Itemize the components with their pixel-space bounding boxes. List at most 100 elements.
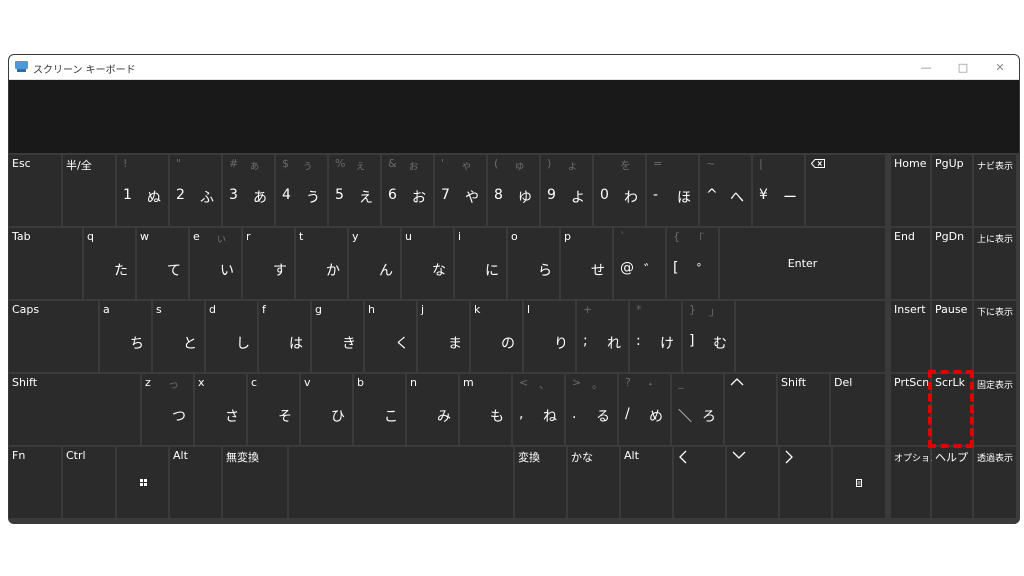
key-menu[interactable] — [833, 447, 885, 518]
key-arrow-down[interactable] — [727, 447, 778, 518]
key-q[interactable]: qた — [84, 228, 135, 299]
key-help[interactable]: ヘルプ — [932, 447, 972, 518]
key-down-show[interactable]: 下に表示 — [974, 301, 1016, 372]
key-windows[interactable] — [117, 447, 168, 518]
key-l[interactable]: lり — [524, 301, 575, 372]
key-prtscn[interactable]: PrtScn — [891, 374, 930, 445]
key-del[interactable]: Del — [831, 374, 885, 445]
maximize-button[interactable]: □ — [946, 57, 980, 77]
minimize-button[interactable]: — — [909, 57, 943, 77]
key-fn[interactable]: Fn — [9, 447, 61, 518]
key-pause[interactable]: Pause — [932, 301, 972, 372]
key-enter[interactable]: Enter — [720, 228, 885, 299]
key-0[interactable]: を 0わ — [594, 155, 645, 226]
key-comma[interactable]: < 、, ね — [513, 374, 564, 445]
key-u[interactable]: uな — [402, 228, 453, 299]
key-v[interactable]: vひ — [301, 374, 352, 445]
key-nav-show[interactable]: ナビ表示 — [974, 155, 1016, 226]
key-5[interactable]: % ぇ 5 え — [329, 155, 380, 226]
key-t[interactable]: tか — [296, 228, 347, 299]
key-shift-right[interactable]: Shift — [778, 374, 829, 445]
key-backslash[interactable]: _ ＼ ろ — [672, 374, 723, 445]
key-fix-show[interactable]: 固定表示 — [974, 374, 1016, 445]
key-minus[interactable]: = - ほ — [647, 155, 698, 226]
key-home[interactable]: Home — [891, 155, 930, 226]
key-shift-left[interactable]: Shift — [9, 374, 140, 445]
key-b[interactable]: bこ — [354, 374, 405, 445]
key-insert[interactable]: Insert — [891, 301, 930, 372]
key-1[interactable]: ! 1 ぬ — [117, 155, 168, 226]
key-4[interactable]: $ ぅ 4 う — [276, 155, 327, 226]
key-label: PgDn — [935, 230, 965, 243]
key-tab[interactable]: Tab — [9, 228, 82, 299]
key-kana[interactable]: かな — [568, 447, 619, 518]
key-slash[interactable]: ? ・ / め — [619, 374, 670, 445]
key-i[interactable]: iに — [455, 228, 506, 299]
key-e[interactable]: e ぃい — [190, 228, 241, 299]
key-k[interactable]: kの — [471, 301, 522, 372]
key-s[interactable]: sと — [153, 301, 204, 372]
key-7[interactable]: ' ゃ 7 や — [435, 155, 486, 226]
key-esc[interactable]: Esc — [9, 155, 61, 226]
key-end[interactable]: End — [891, 228, 930, 299]
key-w[interactable]: wて — [137, 228, 188, 299]
key-ctrl[interactable]: Ctrl — [63, 447, 115, 518]
key-m[interactable]: mも — [460, 374, 511, 445]
key-p[interactable]: pせ — [561, 228, 612, 299]
key-henkan[interactable]: 変換 — [515, 447, 566, 518]
key-muhenkan[interactable]: 無変換 — [223, 447, 287, 518]
key-arrow-up[interactable] — [725, 374, 776, 445]
key-yen[interactable]: | ¥ ー — [753, 155, 804, 226]
key-c[interactable]: cそ — [248, 374, 299, 445]
key-shift-kana-label: っ — [168, 378, 179, 391]
key-h[interactable]: hく — [365, 301, 416, 372]
key-transparent-show[interactable]: 透過表示 — [974, 447, 1016, 518]
key-shift-label: < — [519, 376, 529, 389]
key-up-show[interactable]: 上に表示 — [974, 228, 1016, 299]
key-n[interactable]: nみ — [407, 374, 458, 445]
key-alt-left[interactable]: Alt — [170, 447, 221, 518]
key-caps[interactable]: Caps — [9, 301, 98, 372]
key-kana-label: か — [326, 263, 340, 279]
arrow-up-icon — [730, 378, 744, 386]
key-semicolon[interactable]: +; れ — [577, 301, 628, 372]
key-backspace[interactable] — [806, 155, 885, 226]
key-y[interactable]: yん — [349, 228, 400, 299]
key-j[interactable]: jま — [418, 301, 469, 372]
key-r[interactable]: rす — [243, 228, 294, 299]
key-f[interactable]: fは — [259, 301, 310, 372]
key-8[interactable]: (ゅ 8 ゆ — [488, 155, 539, 226]
key-pgup[interactable]: PgUp — [932, 155, 972, 226]
key-9[interactable]: ) ょ 9 よ — [541, 155, 592, 226]
key-3[interactable]: # ぁ 3 あ — [223, 155, 274, 226]
key-kana-label: ふ — [200, 190, 214, 206]
arrow-left-icon — [679, 450, 687, 464]
key-bracket[interactable]: {「 [゜ — [667, 228, 718, 299]
key-z[interactable]: z っつ — [142, 374, 193, 445]
key-o[interactable]: oら — [508, 228, 559, 299]
key-2[interactable]: " 2 ふ — [170, 155, 221, 226]
key-arrow-left[interactable] — [674, 447, 725, 518]
close-button[interactable]: ✕ — [983, 57, 1017, 77]
key-6[interactable]: & ぉ 6 お — [382, 155, 433, 226]
key-label: ヘルプ — [935, 451, 968, 464]
key-arrow-right[interactable] — [780, 447, 831, 518]
key-main-label: 5 — [335, 187, 344, 203]
key-g[interactable]: gき — [312, 301, 363, 372]
key-x[interactable]: xさ — [195, 374, 246, 445]
key-a[interactable]: aち — [100, 301, 151, 372]
key-alt-right[interactable]: Alt — [621, 447, 672, 518]
key-colon[interactable]: *: け — [630, 301, 681, 372]
scrlk-highlight-box — [928, 370, 974, 448]
key-pgdn[interactable]: PgDn — [932, 228, 972, 299]
key-period[interactable]: > 。. る — [566, 374, 617, 445]
key-space[interactable] — [289, 447, 513, 518]
key-caret[interactable]: ~ ^ へ — [700, 155, 751, 226]
key-options[interactable]: オプション — [891, 447, 939, 518]
key-kana-label: ひ — [331, 409, 345, 425]
key-d[interactable]: dし — [206, 301, 257, 372]
key-at[interactable]: ` @ ゛ — [614, 228, 665, 299]
key-rbracket[interactable]: } 」] む — [683, 301, 734, 372]
key-hankaku[interactable]: 半/全 — [63, 155, 115, 226]
key-kana-label: お — [412, 190, 426, 206]
